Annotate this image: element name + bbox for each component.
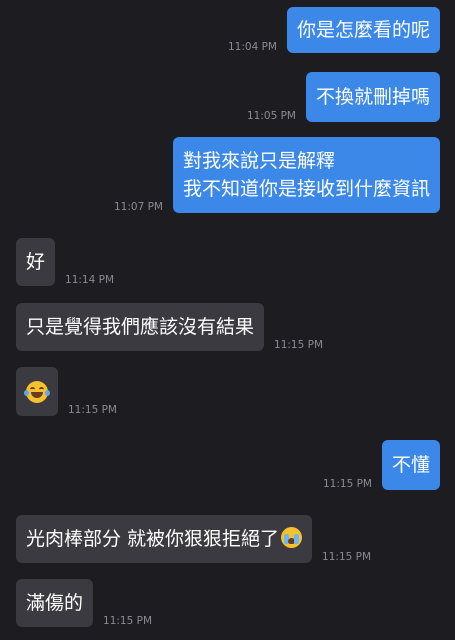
message-bubble[interactable]: 滿傷的 xyxy=(16,579,94,627)
message-bubble[interactable]: 不換就刪掉嗎 xyxy=(305,72,440,122)
message-bubble[interactable] xyxy=(16,367,58,416)
message-timestamp: 11:15 PM xyxy=(103,615,153,627)
message-text-line-2: 我不知道你是接收到什麼資訊 xyxy=(182,178,430,200)
message-incoming[interactable]: 滿傷的 11:15 PM xyxy=(16,579,152,627)
message-timestamp: 11:07 PM xyxy=(113,201,163,213)
message-bubble[interactable]: 對我來說只是解釋 我不知道你是接收到什麼資訊 xyxy=(172,137,440,213)
message-text: 滿傷的 xyxy=(26,592,84,614)
message-timestamp: 11:14 PM xyxy=(65,274,115,286)
message-bubble[interactable]: 不懂 xyxy=(381,440,440,490)
message-timestamp: 11:15 PM xyxy=(322,551,372,563)
message-text: 光肉棒部分 就被你狠狠拒絕了 xyxy=(26,528,280,550)
message-text-line-1: 對我來說只是解釋 xyxy=(182,150,335,172)
message-text: 不換就刪掉嗎 xyxy=(315,86,430,108)
message-bubble[interactable]: 你是怎麼看的呢 xyxy=(286,7,440,53)
message-timestamp: 11:15 PM xyxy=(322,478,372,490)
message-timestamp: 11:15 PM xyxy=(68,404,117,416)
message-outgoing[interactable]: 不懂 11:15 PM xyxy=(323,440,440,490)
message-incoming[interactable]: 好 11:14 PM xyxy=(16,238,114,286)
message-outgoing[interactable]: 對我來說只是解釋 我不知道你是接收到什麼資訊 11:07 PM xyxy=(114,137,440,213)
message-bubble[interactable]: 只是覺得我們應該沒有結果 xyxy=(16,303,265,351)
loudly-crying-face-icon xyxy=(281,527,303,548)
face-with-tears-of-joy-icon xyxy=(24,380,50,403)
message-text: 只是覺得我們應該沒有結果 xyxy=(26,316,255,338)
message-incoming[interactable]: 11:15 PM xyxy=(16,367,117,416)
message-incoming[interactable]: 光肉棒部分 就被你狠狠拒絕了 11:15 PM xyxy=(16,515,371,563)
chat-thread: 你是怎麼看的呢 11:04 PM 不換就刪掉嗎 11:05 PM 對我來說只是解… xyxy=(0,0,455,640)
message-outgoing[interactable]: 不換就刪掉嗎 11:05 PM xyxy=(247,72,440,122)
message-timestamp: 11:05 PM xyxy=(246,110,296,122)
message-bubble[interactable]: 好 xyxy=(16,238,56,286)
message-outgoing[interactable]: 你是怎麼看的呢 11:04 PM xyxy=(228,7,440,53)
message-text: 好 xyxy=(26,251,46,273)
message-text: 不懂 xyxy=(391,454,430,476)
message-text: 你是怎麼看的呢 xyxy=(296,19,430,41)
message-timestamp: 11:04 PM xyxy=(227,41,277,53)
message-bubble[interactable]: 光肉棒部分 就被你狠狠拒絕了 xyxy=(16,515,313,563)
message-timestamp: 11:15 PM xyxy=(274,339,324,351)
message-incoming[interactable]: 只是覺得我們應該沒有結果 11:15 PM xyxy=(16,303,323,351)
